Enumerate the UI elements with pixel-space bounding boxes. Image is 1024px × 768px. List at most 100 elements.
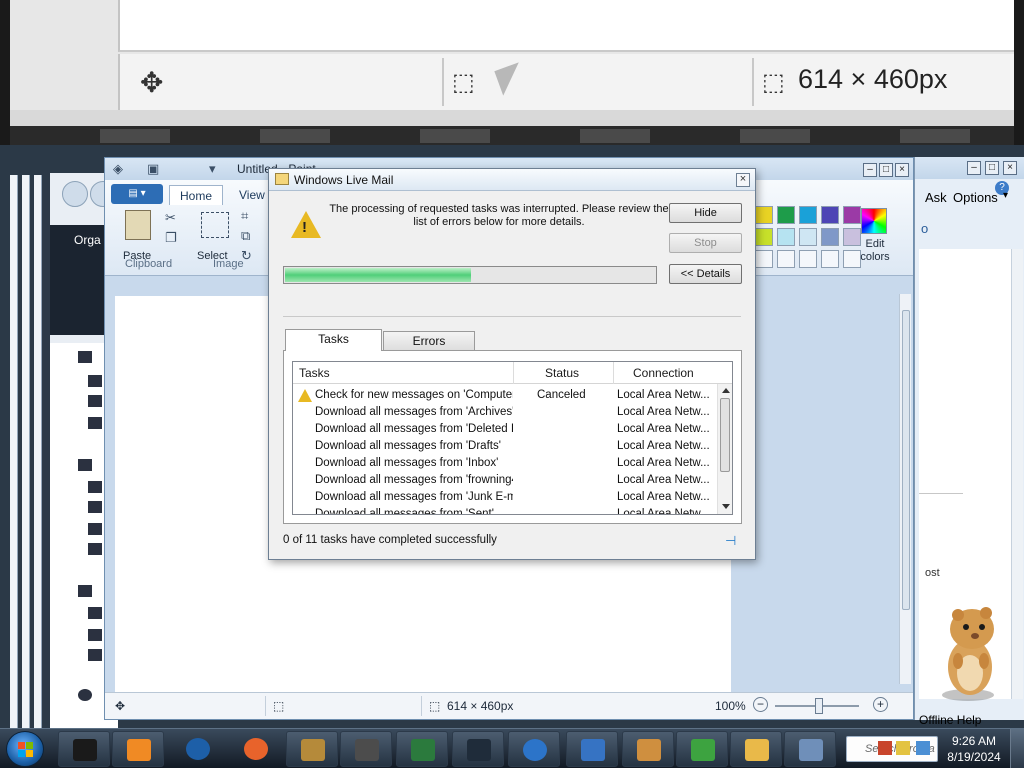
paste-icon[interactable] xyxy=(125,210,151,240)
table-row[interactable]: Download all messages from 'Deleted It..… xyxy=(293,421,717,438)
edit-colors-icon[interactable] xyxy=(861,208,887,234)
taskbar-button-media-player[interactable] xyxy=(112,731,164,767)
pin-icon[interactable]: ⊣ xyxy=(725,533,736,549)
maximize-button[interactable]: □ xyxy=(879,163,893,177)
taskbar-button-windows-switcher[interactable] xyxy=(340,731,392,767)
paint-menu-button[interactable]: ▤ ▾ xyxy=(111,184,163,204)
nav-item-icon[interactable] xyxy=(88,395,102,407)
color-swatch[interactable] xyxy=(821,206,839,224)
nav-item-icon[interactable] xyxy=(88,543,102,555)
stop-button[interactable]: Stop xyxy=(669,233,742,253)
nav-folder-icon[interactable] xyxy=(78,351,92,363)
taskbar-button-paint[interactable] xyxy=(622,731,674,767)
paint-vertical-scrollbar[interactable] xyxy=(899,294,911,684)
color-swatch[interactable] xyxy=(777,206,795,224)
tab-tasks[interactable]: Tasks xyxy=(285,329,382,351)
zoom-out-button[interactable]: − xyxy=(753,697,768,712)
options-button[interactable]: Options xyxy=(953,190,998,205)
color-swatch[interactable] xyxy=(755,228,773,246)
color-swatch[interactable] xyxy=(755,250,773,268)
crop-icon[interactable]: ⌗ xyxy=(241,208,248,224)
color-swatch[interactable] xyxy=(799,250,817,268)
column-separator[interactable] xyxy=(513,362,514,384)
scroll-down-icon[interactable] xyxy=(722,504,730,509)
tray-icon[interactable] xyxy=(878,741,892,755)
close-button[interactable]: × xyxy=(895,163,909,177)
column-separator[interactable] xyxy=(613,362,614,384)
tab-errors[interactable]: Errors xyxy=(383,331,475,351)
color-swatch[interactable] xyxy=(777,228,795,246)
scroll-up-icon[interactable] xyxy=(722,388,730,393)
column-header-status[interactable]: Status xyxy=(545,366,579,380)
zoom-slider-thumb[interactable] xyxy=(815,698,823,714)
maximize-button[interactable]: □ xyxy=(985,161,999,175)
paint-scroll-thumb[interactable] xyxy=(902,310,910,610)
help-scrollbar[interactable] xyxy=(1011,249,1023,699)
tasks-list-scrollbar[interactable] xyxy=(717,384,732,514)
taskbar-button-document-viewer[interactable] xyxy=(396,731,448,767)
color-swatch[interactable] xyxy=(821,228,839,246)
taskbar-button-display-monitor[interactable] xyxy=(452,731,504,767)
back-button[interactable] xyxy=(62,181,88,207)
tray-icon[interactable] xyxy=(896,741,910,755)
nav-network-icon[interactable] xyxy=(78,689,92,701)
color-swatch[interactable] xyxy=(777,250,795,268)
taskbar-button-magnifier[interactable] xyxy=(784,731,836,767)
show-desktop-button[interactable] xyxy=(1010,729,1024,768)
nav-item-icon[interactable] xyxy=(88,649,102,661)
network-tray-icon[interactable] xyxy=(916,741,930,755)
tasks-list[interactable]: Tasks Status Connection Check for new me… xyxy=(292,361,733,515)
taskbar-button-media-center[interactable] xyxy=(58,731,110,767)
start-button[interactable] xyxy=(6,731,44,767)
table-row[interactable]: Download all messages from 'Drafts' Local… xyxy=(293,438,717,455)
zoom-in-button[interactable]: + xyxy=(873,697,888,712)
taskbar-button-windows-flag[interactable] xyxy=(676,731,728,767)
ask-button[interactable]: Ask xyxy=(925,190,947,205)
nav-item-icon[interactable] xyxy=(88,629,102,641)
nav-item-icon[interactable] xyxy=(88,417,102,429)
dialog-titlebar[interactable]: Windows Live Mail × xyxy=(269,169,755,191)
color-swatch[interactable] xyxy=(755,206,773,224)
table-row[interactable]: Download all messages from 'Archives' Loc… xyxy=(293,404,717,421)
taskbar-button-network-computer[interactable] xyxy=(566,731,618,767)
table-row[interactable]: Download all messages from 'frowning4' Lo… xyxy=(293,472,717,489)
dialog-close-button[interactable]: × xyxy=(736,173,750,187)
color-swatch[interactable] xyxy=(799,206,817,224)
nav-item-icon[interactable] xyxy=(88,375,102,387)
help-titlebar[interactable]: – □ × xyxy=(915,157,1024,179)
nav-library-icon[interactable] xyxy=(78,459,92,471)
color-swatch[interactable] xyxy=(821,250,839,268)
resize-icon[interactable]: ⧉ xyxy=(241,228,250,244)
color-swatch[interactable] xyxy=(843,206,861,224)
help-link-fragment[interactable]: o xyxy=(921,221,928,236)
close-button[interactable]: × xyxy=(1003,161,1017,175)
tab-home[interactable]: Home xyxy=(169,185,224,205)
details-button[interactable]: << Details xyxy=(669,264,742,284)
table-row[interactable]: Check for new messages on 'Computer... Ca… xyxy=(293,387,717,404)
offline-help-button[interactable]: Offline Help xyxy=(919,713,981,727)
color-swatch[interactable] xyxy=(799,228,817,246)
save-icon[interactable]: ▣ xyxy=(147,161,159,177)
minimize-button[interactable]: – xyxy=(967,161,981,175)
minimize-button[interactable]: – xyxy=(863,163,877,177)
table-row[interactable]: Download all messages from 'Junk E-m... L… xyxy=(293,489,717,506)
nav-item-icon[interactable] xyxy=(88,501,102,513)
table-row[interactable]: Download all messages from 'Inbox' Local … xyxy=(293,455,717,472)
column-header-tasks[interactable]: Tasks xyxy=(299,366,330,380)
cut-icon[interactable]: ✂ xyxy=(165,210,176,226)
taskbar-button-help[interactable] xyxy=(508,731,560,767)
table-row[interactable]: Download all messages from 'Sent' Local A… xyxy=(293,506,717,514)
copy-icon[interactable]: ❐ xyxy=(165,230,177,246)
select-icon[interactable] xyxy=(201,212,229,238)
nav-item-icon[interactable] xyxy=(88,481,102,493)
taskbar-button-firefox[interactable] xyxy=(230,731,282,767)
scroll-thumb[interactable] xyxy=(720,398,730,472)
nav-item-icon[interactable] xyxy=(88,523,102,535)
column-header-connection[interactable]: Connection xyxy=(633,366,694,380)
quick-access-dropdown-icon[interactable]: ▾ xyxy=(209,161,216,177)
taskbar-button-hamster-box[interactable] xyxy=(286,731,338,767)
edit-colors-button[interactable]: Edit colors xyxy=(855,238,895,264)
nav-computer-icon[interactable] xyxy=(78,585,92,597)
taskbar-clock[interactable]: 9:26 AM 8/19/2024 xyxy=(942,733,1006,765)
hide-button[interactable]: Hide xyxy=(669,203,742,223)
